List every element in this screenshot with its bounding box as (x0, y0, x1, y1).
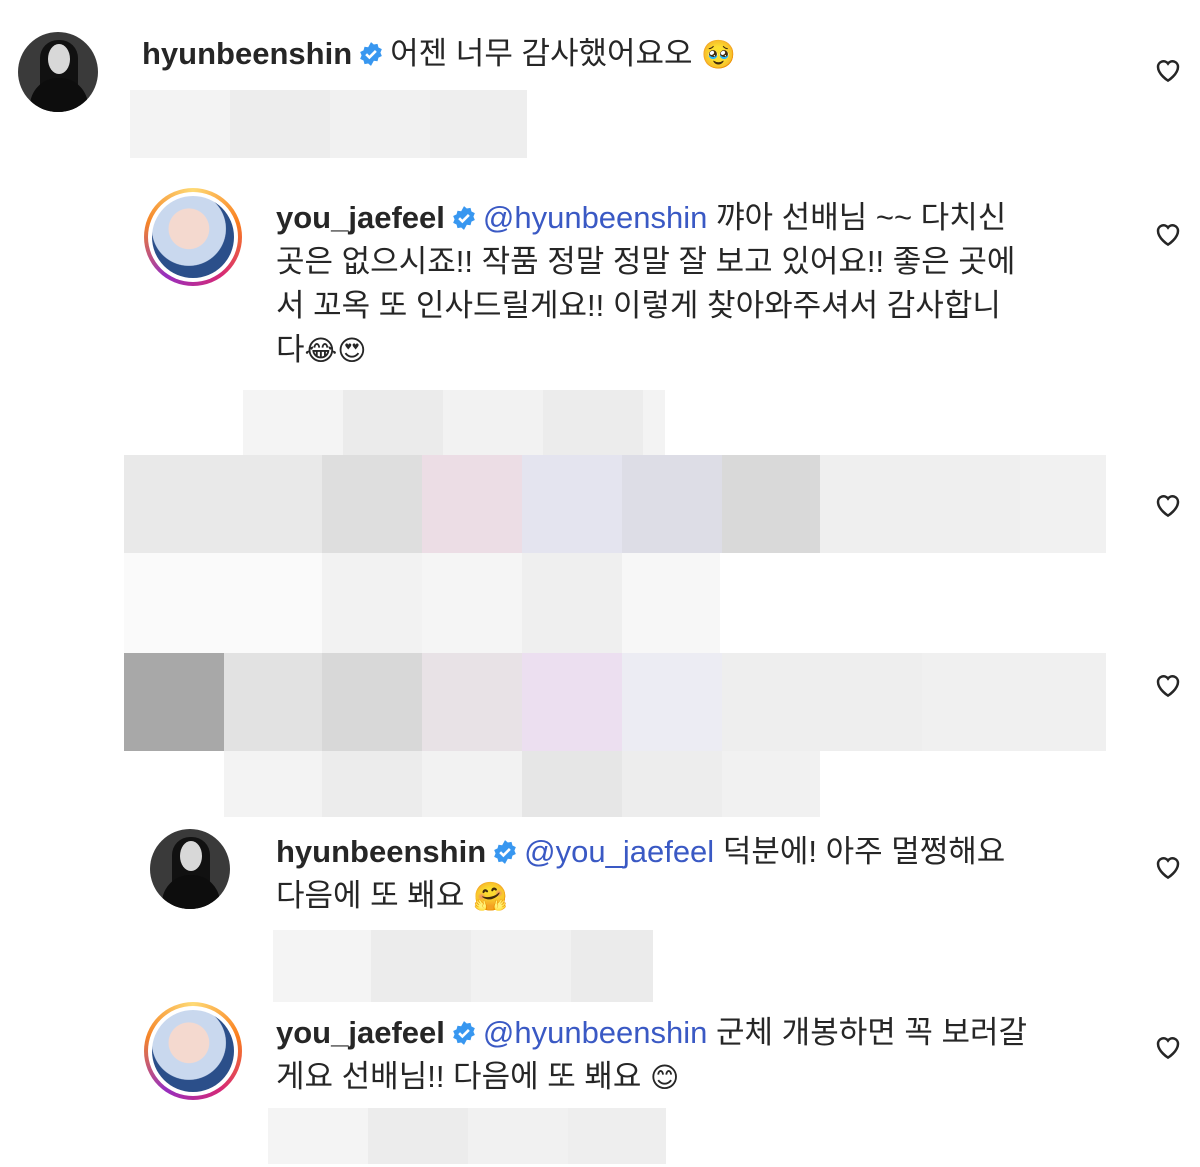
comment-body: 군체 개봉하면 꼭 보러갈 (716, 1015, 1028, 1050)
comment-line: 게요 선배님!! 다음에 또 봬요 😊 (276, 1055, 1116, 1100)
comment-body: 다 (276, 332, 305, 367)
emoji: 😊 (650, 1062, 680, 1093)
emoji: 🥹 (701, 39, 737, 70)
blurred-action-row (243, 390, 665, 458)
comment-text: you_jaefeel @hyunbeenshin 꺄아 선배님 ~~ 다치신 곳… (276, 196, 1116, 373)
avatar[interactable] (144, 1002, 242, 1100)
verified-badge-icon (494, 840, 516, 864)
avatar[interactable] (144, 188, 242, 286)
blurred-action-row (273, 930, 653, 1002)
comment-body: 어젠 너무 감사했어요오 (390, 36, 693, 71)
verified-badge-icon (453, 206, 475, 230)
heart-icon[interactable] (1153, 852, 1183, 882)
blurred-comment-block (124, 455, 1106, 817)
heart-icon[interactable] (1153, 55, 1183, 85)
username[interactable]: you_jaefeel (276, 200, 445, 235)
username[interactable]: you_jaefeel (276, 1015, 445, 1050)
comment-body: 꺄아 선배님 ~~ 다치신 (716, 200, 1007, 235)
mention-link[interactable]: @hyunbeenshin (483, 1015, 708, 1050)
comment-line: you_jaefeel @hyunbeenshin 꺄아 선배님 ~~ 다치신 (276, 196, 1116, 240)
comment-text: you_jaefeel @hyunbeenshin 군체 개봉하면 꼭 보러갈 게… (276, 1011, 1116, 1100)
comment-line: you_jaefeel @hyunbeenshin 군체 개봉하면 꼭 보러갈 (276, 1011, 1116, 1055)
username[interactable]: hyunbeenshin (142, 36, 352, 71)
verified-badge-icon (360, 42, 382, 66)
comment-line: 서 꼬옥 또 인사드릴게요!! 이렇게 찾아와주셔서 감사합니 (276, 288, 1001, 323)
comment-line: hyunbeenshin @you_jaefeel 덕분에! 아주 멀쩡해요 (276, 830, 1116, 874)
heart-icon[interactable] (1153, 1032, 1183, 1062)
verified-badge-icon (453, 1021, 475, 1045)
comment-text: hyunbeenshin 어젠 너무 감사했어요오 🥹 (142, 32, 1122, 77)
blurred-action-row (130, 90, 527, 158)
heart-icon[interactable] (1153, 219, 1183, 249)
comment-line: 곳은 없으시죠!! 작품 정말 정말 잘 보고 있어요!! 좋은 곳에 (276, 244, 1016, 279)
avatar[interactable] (150, 829, 230, 909)
heart-icon[interactable] (1153, 670, 1183, 700)
comment-body: 덕분에! 아주 멀쩡해요 (722, 834, 1006, 869)
comment-line: 다음에 또 봬요 🤗 (276, 874, 1116, 919)
mention-link[interactable]: @hyunbeenshin (483, 200, 708, 235)
comment-line: 다😂😍 (276, 328, 1116, 373)
username[interactable]: hyunbeenshin (276, 834, 486, 869)
heart-icon[interactable] (1153, 490, 1183, 520)
comment-body: 게요 선배님!! 다음에 또 봬요 (276, 1059, 642, 1094)
emoji: 😂😍 (304, 335, 367, 366)
comment-text: hyunbeenshin @you_jaefeel 덕분에! 아주 멀쩡해요 다음… (276, 830, 1116, 919)
comment-body: 다음에 또 봬요 (276, 878, 465, 913)
mention-link[interactable]: @you_jaefeel (524, 834, 714, 869)
avatar[interactable] (18, 32, 98, 112)
emoji: 🤗 (472, 881, 508, 912)
blurred-action-row (268, 1108, 666, 1164)
